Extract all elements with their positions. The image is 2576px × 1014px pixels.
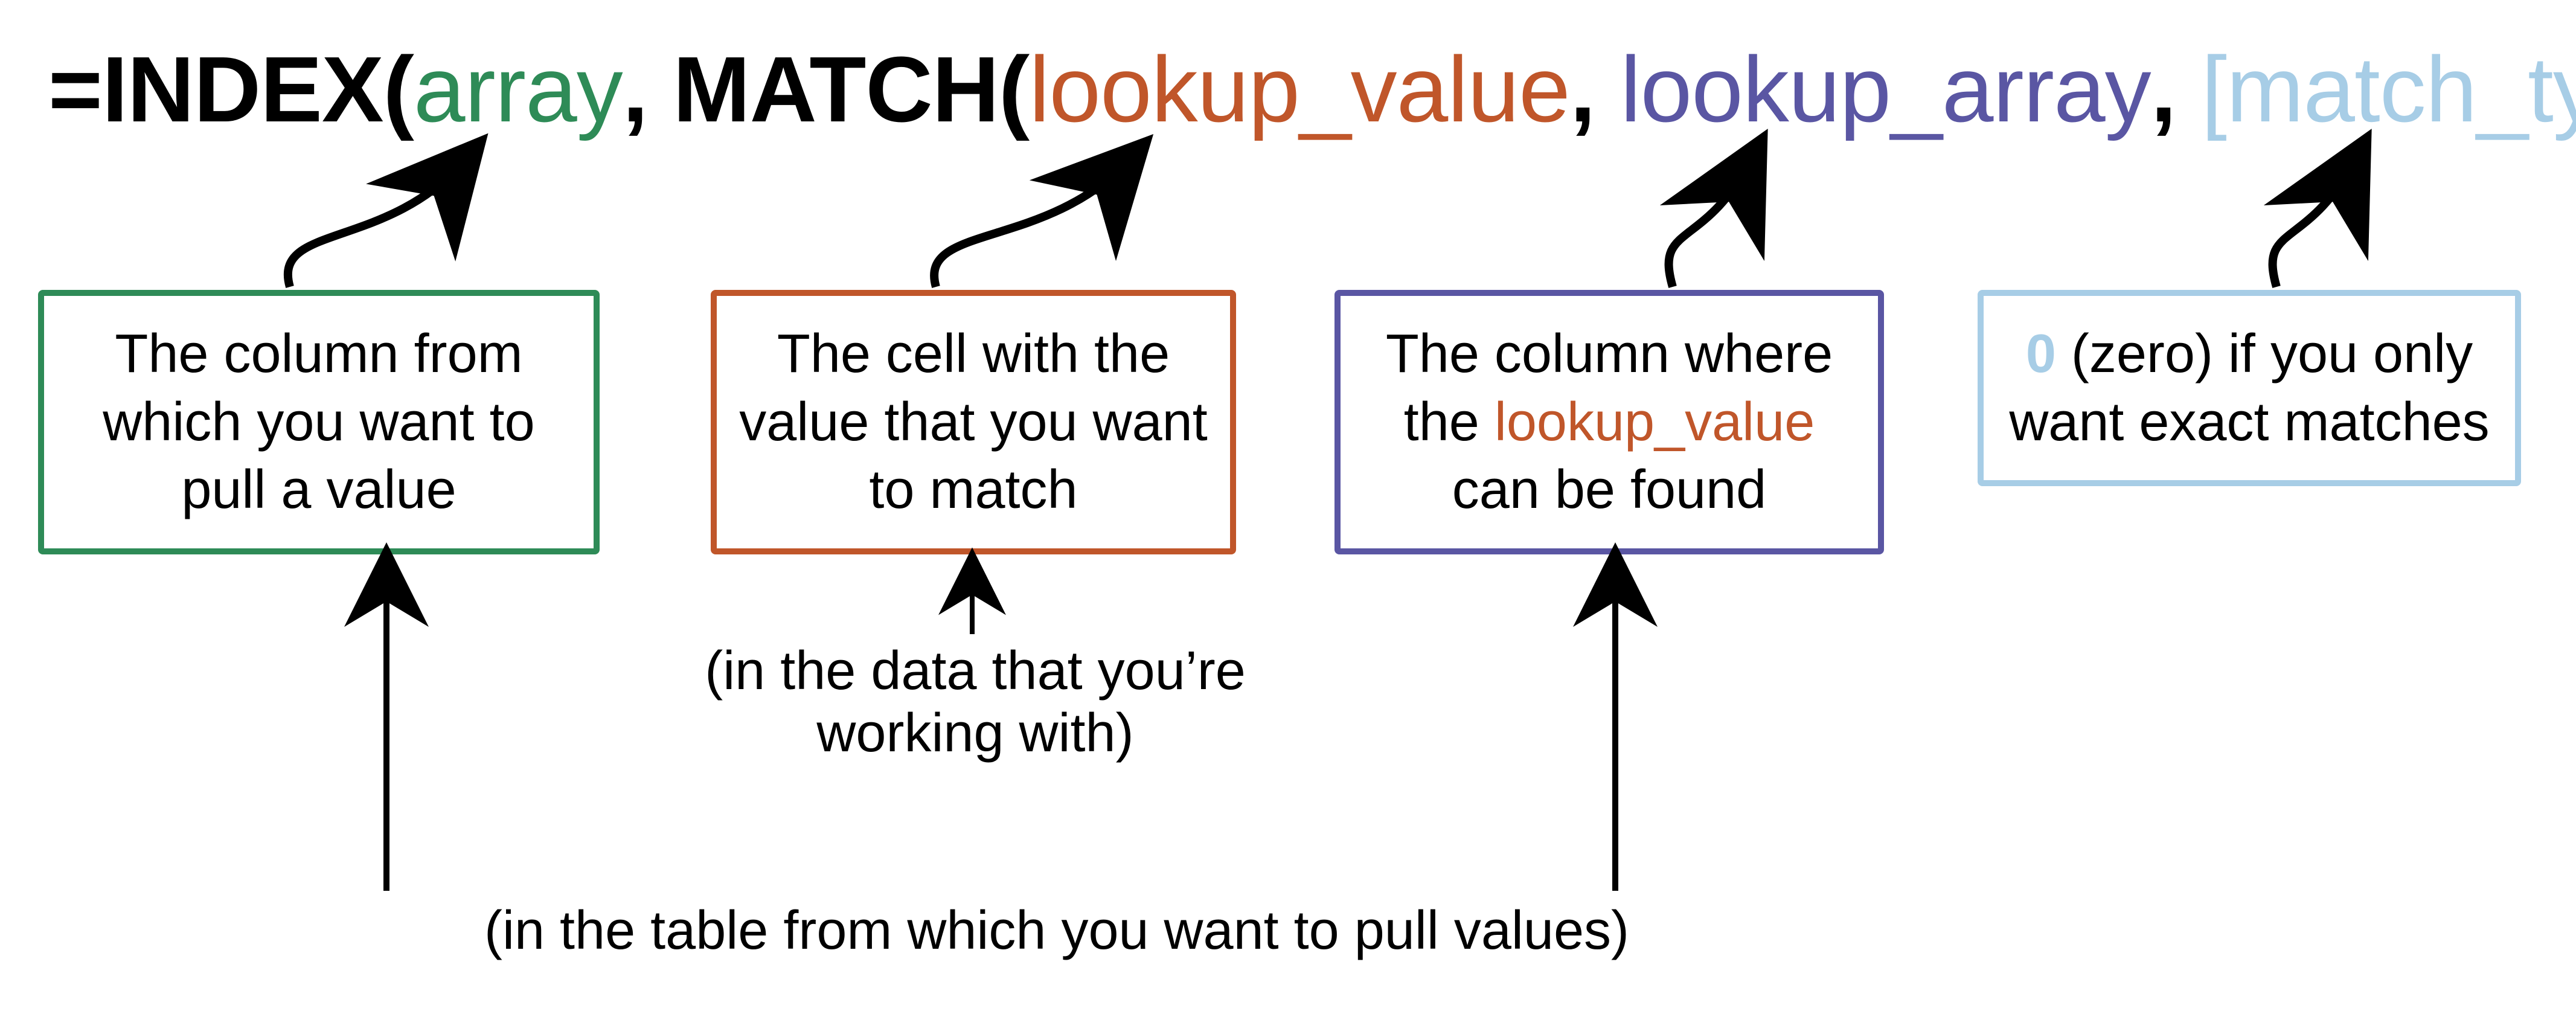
formula-comma-1: , bbox=[1570, 37, 1621, 141]
arrow-lookup-array bbox=[1669, 160, 1751, 287]
formula-index-open: =INDEX( bbox=[48, 37, 414, 141]
callout-match-type-post: (zero) if you only want exact matches bbox=[2009, 324, 2489, 452]
diagram-canvas: =INDEX(array, MATCH(lookup_value, lookup… bbox=[0, 0, 2576, 1014]
formula-expression: =INDEX(array, MATCH(lookup_value, lookup… bbox=[48, 36, 2576, 143]
callout-lookup-array: The column where the lookup_value can be… bbox=[1334, 290, 1884, 554]
annotation-working-with-text: (in the data that you’re working with) bbox=[705, 641, 1246, 763]
callout-match-type: 0 (zero) if you only want exact matches bbox=[1978, 290, 2521, 486]
annotation-pull-values-text: (in the table from which you want to pul… bbox=[484, 900, 1629, 961]
callout-array: The column from which you want to pull a… bbox=[38, 290, 600, 554]
formula-param-lookup-value: lookup_value bbox=[1029, 37, 1570, 141]
formula-param-lookup-array: lookup_array bbox=[1620, 37, 2150, 141]
annotation-working-with: (in the data that you’re working with) bbox=[673, 640, 1277, 765]
arrow-array bbox=[288, 160, 465, 287]
callout-lookup-array-em: lookup_value bbox=[1495, 392, 1815, 452]
formula-param-match-type: [match_type] bbox=[2201, 37, 2576, 141]
callout-match-type-em: 0 bbox=[2026, 324, 2056, 384]
annotation-pull-values: (in the table from which you want to pul… bbox=[344, 900, 1769, 962]
arrow-lookup-value bbox=[934, 160, 1129, 287]
formula-param-array: array bbox=[414, 37, 623, 141]
formula-match-open: , MATCH( bbox=[623, 37, 1029, 141]
arrow-match-type bbox=[2273, 160, 2355, 287]
callout-array-text: The column from which you want to pull a… bbox=[103, 324, 534, 520]
callout-lookup-value: The cell with the value that you want to… bbox=[711, 290, 1236, 554]
callout-lookup-array-post: can be found bbox=[1452, 460, 1766, 520]
formula-comma-2: , bbox=[2151, 37, 2202, 141]
callout-lookup-value-text: The cell with the value that you want to… bbox=[739, 324, 1208, 520]
